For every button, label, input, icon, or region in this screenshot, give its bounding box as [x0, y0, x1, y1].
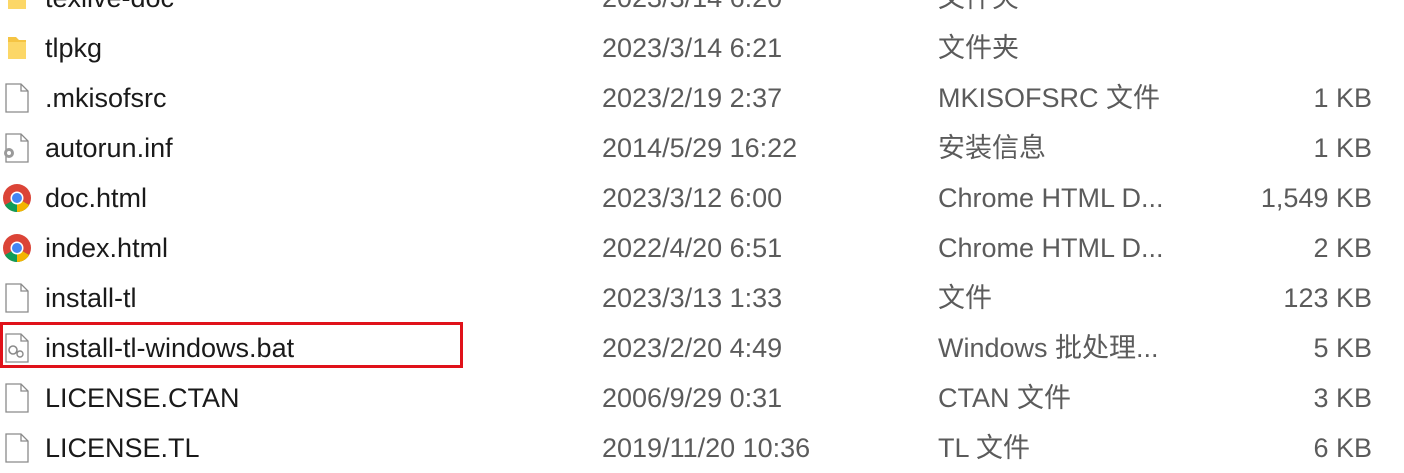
file-date: 2022/4/20 6:51: [602, 233, 783, 263]
chrome-icon: [3, 234, 31, 262]
file-icon: [5, 383, 29, 413]
file-name: doc.html: [45, 183, 148, 213]
file-row[interactable]: install-tl-windows.bat 2023/2/20 4:49 Wi…: [0, 323, 1404, 373]
file-date: 2023/3/12 6:00: [602, 183, 783, 213]
file-type: 安装信息: [938, 133, 1046, 163]
file-type: 文件夹: [938, 0, 1019, 23]
file-row[interactable]: texlive-doc 2023/3/14 6:20 文件夹: [0, 0, 1404, 23]
file-type: TL 文件: [938, 433, 1031, 463]
settings-file-icon: [4, 133, 29, 163]
file-name: index.html: [45, 233, 169, 263]
file-icon: [5, 83, 29, 113]
file-name: LICENSE.TL: [45, 433, 200, 463]
file-type: Chrome HTML D...: [938, 183, 1164, 213]
file-row[interactable]: doc.html 2023/3/12 6:00 Chrome HTML D...…: [0, 173, 1404, 223]
file-date: 2023/3/13 1:33: [602, 283, 783, 313]
file-size: 6 KB: [1313, 433, 1372, 463]
file-date: 2019/11/20 10:36: [602, 433, 811, 463]
file-icon: [5, 433, 29, 463]
file-size: 1,549 KB: [1260, 183, 1372, 213]
file-name: install-tl: [45, 283, 137, 313]
file-size: 1 KB: [1313, 133, 1372, 163]
file-name: install-tl-windows.bat: [45, 333, 295, 363]
file-icon: [5, 283, 29, 313]
file-type: 文件夹: [938, 33, 1019, 63]
file-name: LICENSE.CTAN: [45, 383, 240, 413]
file-row[interactable]: LICENSE.TL 2019/11/20 10:36 TL 文件 6 KB: [0, 423, 1404, 473]
file-row[interactable]: autorun.inf 2014/5/29 16:22 安装信息 1 KB: [0, 123, 1404, 173]
file-name: autorun.inf: [45, 133, 173, 163]
folder-icon: [8, 37, 26, 59]
file-name: .mkisofsrc: [45, 83, 167, 113]
file-date: 2023/2/19 2:37: [602, 83, 783, 113]
folder-icon: [8, 0, 26, 9]
file-date: 2023/3/14 6:20: [602, 0, 782, 23]
chrome-icon: [3, 184, 31, 212]
file-row[interactable]: LICENSE.CTAN 2006/9/29 0:31 CTAN 文件 3 KB: [0, 373, 1404, 423]
batch-file-icon: [5, 333, 29, 363]
file-name: tlpkg: [45, 33, 103, 63]
file-row[interactable]: install-tl 2023/3/13 1:33 文件 123 KB: [0, 273, 1404, 323]
file-row[interactable]: tlpkg 2023/3/14 6:21 文件夹: [0, 23, 1404, 73]
file-list: texlive-doc 2023/3/14 6:20 文件夹 tlpkg 202…: [0, 0, 1404, 463]
file-type: Chrome HTML D...: [938, 233, 1164, 263]
file-row[interactable]: index.html 2022/4/20 6:51 Chrome HTML D.…: [0, 223, 1404, 273]
file-date: 2014/5/29 16:22: [602, 133, 798, 163]
file-size: 2 KB: [1313, 233, 1372, 263]
file-row[interactable]: .mkisofsrc 2023/2/19 2:37 MKISOFSRC 文件 1…: [0, 73, 1404, 123]
file-date: 2006/9/29 0:31: [602, 383, 783, 413]
file-size: 1 KB: [1313, 83, 1372, 113]
file-type: MKISOFSRC 文件: [938, 83, 1161, 113]
file-type: Windows 批处理...: [938, 333, 1159, 363]
file-type: CTAN 文件: [938, 383, 1071, 413]
file-type: 文件: [938, 283, 992, 313]
file-size: 5 KB: [1313, 333, 1372, 363]
file-date: 2023/2/20 4:49: [602, 333, 783, 363]
file-size: 123 KB: [1283, 283, 1372, 313]
file-size: 3 KB: [1313, 383, 1372, 413]
file-name: texlive-doc: [45, 0, 174, 23]
file-date: 2023/3/14 6:21: [602, 33, 783, 63]
